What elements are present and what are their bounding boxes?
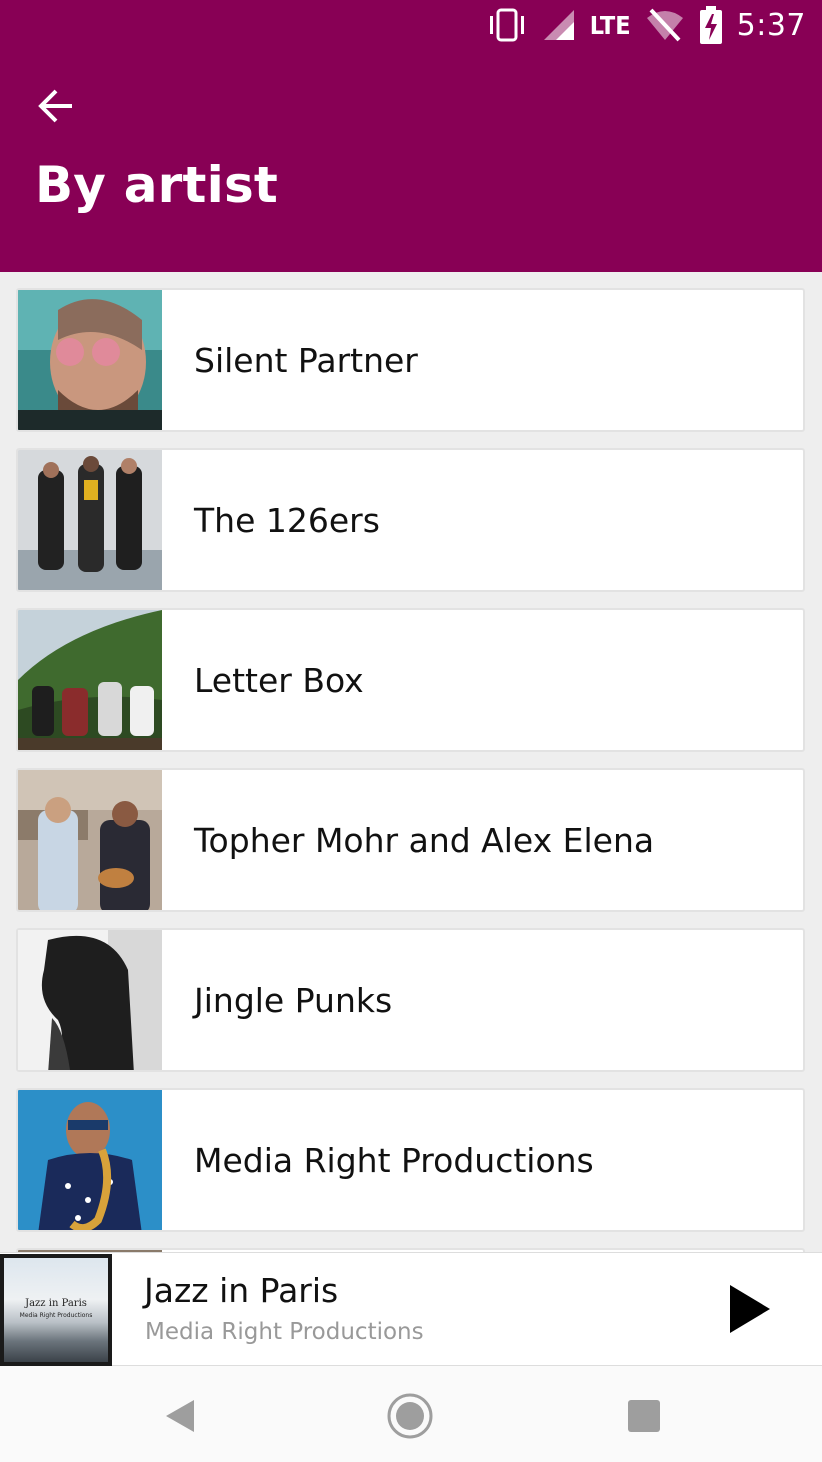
now-playing-title: Jazz in Paris <box>144 1271 339 1310</box>
artist-card[interactable]: Topher Mohr and Alex Elena <box>16 768 805 912</box>
play-icon <box>730 1285 770 1333</box>
back-button[interactable] <box>30 80 82 132</box>
artist-photo <box>18 770 162 910</box>
clock: 5:37 <box>736 7 806 43</box>
home-circle-icon <box>387 1393 433 1439</box>
arrow-back-icon <box>38 89 72 123</box>
artist-card[interactable]: Media Right Productions <box>16 1088 805 1232</box>
nav-recents-button[interactable] <box>616 1388 672 1444</box>
nav-back-button[interactable] <box>152 1388 208 1444</box>
artist-name: Jingle Punks <box>194 980 393 1020</box>
artist-card[interactable]: Letter Box <box>16 608 805 752</box>
artist-photo <box>18 290 162 430</box>
play-button[interactable] <box>720 1277 780 1341</box>
artist-name: Media Right Productions <box>194 1140 594 1180</box>
network-type-label: LTE <box>589 10 631 40</box>
back-triangle-icon <box>166 1400 194 1432</box>
album-art-subtitle: Media Right Productions <box>19 1312 93 1319</box>
artist-card[interactable]: Silent Partner <box>16 288 805 432</box>
battery-charging-icon <box>699 6 723 44</box>
vibrate-icon <box>486 8 528 42</box>
signal-icon <box>542 8 576 42</box>
album-art: Jazz in Paris Media Right Productions <box>0 1254 112 1366</box>
app-bar: LTE 5:37 By artist <box>0 0 822 272</box>
recents-square-icon <box>628 1400 660 1432</box>
artist-photo <box>18 610 162 750</box>
artist-name: Letter Box <box>194 660 364 700</box>
artist-name: Silent Partner <box>194 340 418 380</box>
artist-list[interactable]: Silent Partner The 126ers Letter Box Top… <box>0 272 822 1252</box>
page-title: By artist <box>35 156 279 214</box>
artist-card[interactable]: The 126ers <box>16 448 805 592</box>
status-bar: LTE 5:37 <box>486 0 822 50</box>
artist-name: Topher Mohr and Alex Elena <box>194 820 655 860</box>
artist-card[interactable]: Jingle Punks <box>16 928 805 1072</box>
artist-photo <box>18 450 162 590</box>
album-art-title: Jazz in Paris <box>25 1298 87 1309</box>
system-nav-bar <box>0 1366 822 1462</box>
now-playing-artist: Media Right Productions <box>145 1319 424 1345</box>
nav-home-button[interactable] <box>382 1388 438 1444</box>
wifi-off-icon <box>645 8 685 42</box>
artist-name: The 126ers <box>194 500 380 540</box>
now-playing-bar[interactable]: Jazz in Paris Media Right Productions Ja… <box>0 1252 822 1366</box>
artist-photo <box>18 1090 162 1230</box>
artist-photo <box>18 930 162 1070</box>
